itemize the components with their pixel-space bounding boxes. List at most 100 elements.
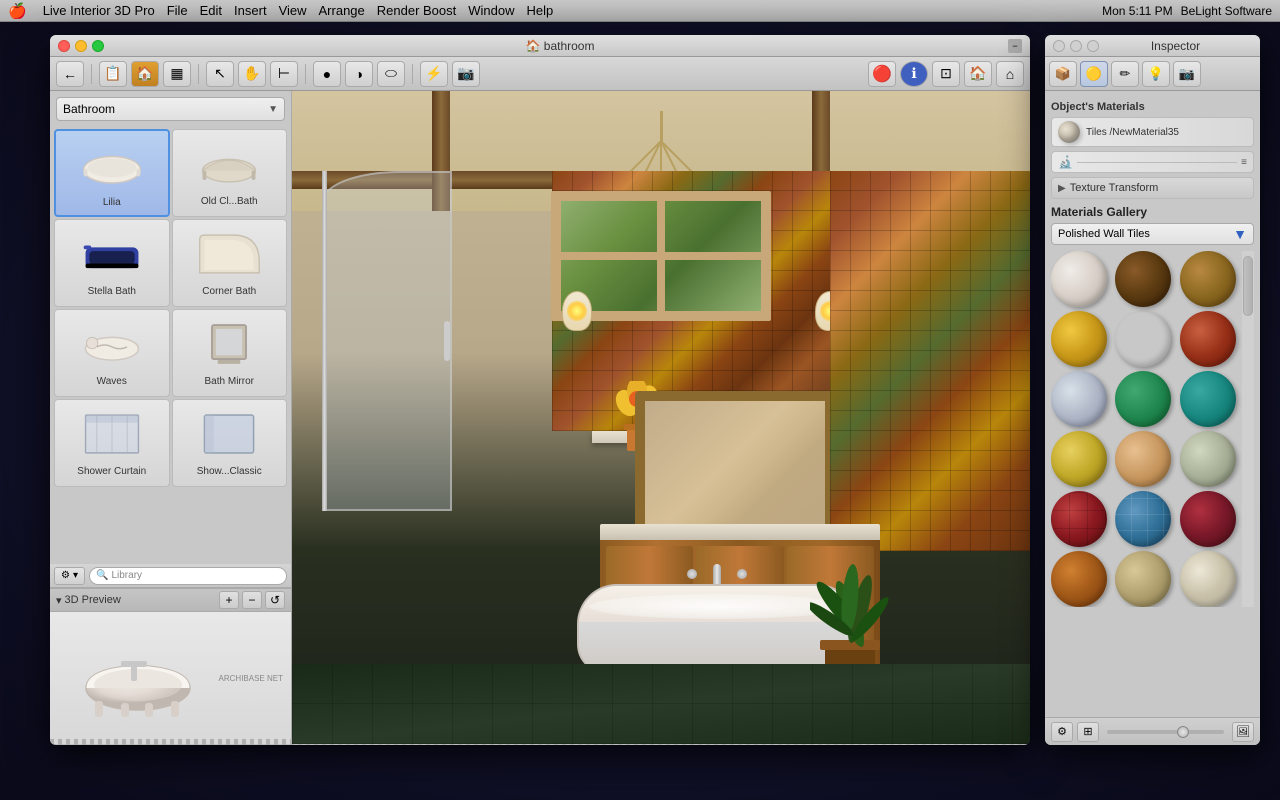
inspector-objects-tab[interactable]: 📦 bbox=[1049, 61, 1077, 87]
camera-tool[interactable]: 📷 bbox=[452, 61, 480, 87]
menu-help[interactable]: Help bbox=[527, 3, 554, 18]
menu-insert[interactable]: Insert bbox=[234, 3, 267, 18]
gallery-scrollbar-thumb[interactable] bbox=[1243, 256, 1253, 316]
swatch-medium-brown[interactable] bbox=[1180, 251, 1236, 307]
add-material-btn[interactable]: ⚙ bbox=[1051, 722, 1073, 742]
shower-curtain-svg bbox=[78, 409, 146, 459]
menu-window[interactable]: Window bbox=[468, 3, 514, 18]
triangle-icon: ▾ bbox=[56, 594, 62, 607]
view-2d-btn[interactable]: ⊡ bbox=[932, 61, 960, 87]
close-button[interactable] bbox=[58, 40, 70, 52]
eyedropper-icon[interactable]: 🔬 bbox=[1058, 155, 1073, 169]
grid-btn[interactable]: ▦ bbox=[163, 61, 191, 87]
half-circle-tool[interactable]: ◑ bbox=[345, 61, 373, 87]
gear-button[interactable]: ⚙▾ bbox=[54, 567, 85, 585]
share-btn[interactable]: 🔴 bbox=[868, 61, 896, 87]
inspector-close[interactable] bbox=[1053, 40, 1065, 52]
inspector-materials-tab[interactable]: 🟡 bbox=[1080, 61, 1108, 87]
info-btn[interactable]: ℹ bbox=[900, 61, 928, 87]
item-show-classic[interactable]: Show...Classic bbox=[172, 399, 288, 487]
slider-track[interactable] bbox=[1107, 730, 1224, 734]
inspector-edit-tab[interactable]: ✏ bbox=[1111, 61, 1139, 87]
library-search-box[interactable]: 🔍 Library bbox=[89, 567, 287, 585]
image-btn[interactable]: 🖼 bbox=[1232, 722, 1254, 742]
menu-app-name[interactable]: Live Interior 3D Pro bbox=[43, 3, 155, 18]
floor bbox=[292, 664, 1030, 744]
slider-thumb[interactable] bbox=[1177, 726, 1189, 738]
material-row[interactable]: Tiles /NewMaterial35 bbox=[1051, 117, 1254, 147]
swatch-peach[interactable] bbox=[1115, 431, 1171, 487]
texture-transform-header[interactable]: ▶ Texture Transform bbox=[1058, 182, 1247, 194]
preview-bath-3d bbox=[73, 633, 203, 723]
item-corner-bath[interactable]: Corner Bath bbox=[172, 219, 288, 307]
back-btn[interactable]: ← bbox=[56, 61, 84, 87]
swatch-terracotta[interactable] bbox=[1180, 311, 1236, 367]
toolbar-sep-2 bbox=[198, 64, 199, 84]
viewport[interactable] bbox=[292, 91, 1030, 744]
oval-tool[interactable]: ⬭ bbox=[377, 61, 405, 87]
swatch-white-marble[interactable] bbox=[1051, 251, 1107, 307]
main-toolbar: ← 📋 🏠 ▦ ↖ ✋ ⊢ ● ◑ ⬭ ⚡ 📷 🔴 ℹ ⊡ 🏠 ⌂ bbox=[50, 57, 1030, 91]
swatch-blue-tile[interactable] bbox=[1115, 491, 1171, 547]
swatch-yellow-gold[interactable] bbox=[1051, 431, 1107, 487]
window-close-icon[interactable]: − bbox=[1008, 39, 1022, 53]
swatch-dark-teal[interactable] bbox=[1180, 371, 1236, 427]
material-btn[interactable]: 🏠 bbox=[131, 61, 159, 87]
inspector-lights-tab[interactable]: 💡 bbox=[1142, 61, 1170, 87]
item-old-bath-thumb bbox=[193, 134, 265, 194]
pan-tool[interactable]: ✋ bbox=[238, 61, 266, 87]
category-dropdown[interactable]: Bathroom ▼ bbox=[56, 97, 285, 121]
gallery-scrollbar[interactable] bbox=[1242, 251, 1254, 607]
wall-tool[interactable]: ⊢ bbox=[270, 61, 298, 87]
menu-edit[interactable]: Edit bbox=[200, 3, 222, 18]
item-bath-mirror[interactable]: Bath Mirror bbox=[172, 309, 288, 397]
swatch-orange-brown[interactable] bbox=[1051, 551, 1107, 607]
swatch-light-grey-blue[interactable] bbox=[1051, 371, 1107, 427]
gallery-dropdown[interactable]: Polished Wall Tiles ▼ bbox=[1051, 223, 1254, 245]
swatch-gold-yellow[interactable] bbox=[1051, 311, 1107, 367]
rotate-btn[interactable]: ↺ bbox=[265, 591, 285, 609]
swatch-teal-green[interactable] bbox=[1115, 371, 1171, 427]
inspector-zoom[interactable] bbox=[1087, 40, 1099, 52]
minimize-button[interactable] bbox=[75, 40, 87, 52]
tool-menu-icon[interactable]: ≡ bbox=[1241, 157, 1247, 168]
item-waves-label: Waves bbox=[97, 376, 127, 388]
view-plan-btn[interactable]: ⌂ bbox=[996, 61, 1024, 87]
inspector-minimize[interactable] bbox=[1070, 40, 1082, 52]
apple-menu[interactable]: 🍎 bbox=[8, 2, 27, 20]
window-divider-v bbox=[657, 201, 665, 311]
preview-area: ARCHIBASE NET bbox=[50, 612, 291, 744]
item-shower-curtain[interactable]: Shower Curtain bbox=[54, 399, 170, 487]
menu-render-boost[interactable]: Render Boost bbox=[377, 3, 457, 18]
view-3d-btn[interactable]: 🏠 bbox=[964, 61, 992, 87]
inspector-camera-tab[interactable]: 📷 bbox=[1173, 61, 1201, 87]
window-titlebar: 🏠 bathroom − bbox=[50, 35, 1030, 57]
swatch-dark-red-tile[interactable] bbox=[1051, 491, 1107, 547]
zoom-in-btn[interactable]: + bbox=[219, 591, 239, 609]
select-tool[interactable]: ↖ bbox=[206, 61, 234, 87]
swatch-dark-brown[interactable] bbox=[1115, 251, 1171, 307]
maximize-button[interactable] bbox=[92, 40, 104, 52]
item-waves[interactable]: Waves bbox=[54, 309, 170, 397]
menu-file[interactable]: File bbox=[167, 3, 188, 18]
swatch-maroon[interactable] bbox=[1180, 491, 1236, 547]
item-corner-bath-label: Corner Bath bbox=[202, 286, 256, 298]
menu-view[interactable]: View bbox=[279, 3, 307, 18]
gallery-dropdown-value: Polished Wall Tiles bbox=[1058, 228, 1150, 240]
search-icon: 🔍 bbox=[96, 570, 108, 581]
swatch-sage-grey[interactable] bbox=[1180, 431, 1236, 487]
collapse-triangle-icon: ▶ bbox=[1058, 183, 1066, 194]
swatch-sandy[interactable] bbox=[1115, 551, 1171, 607]
item-stella-bath[interactable]: Stella Bath bbox=[54, 219, 170, 307]
swatch-cream-tile[interactable] bbox=[1180, 551, 1236, 607]
item-old-bath[interactable]: Old Cl...Bath bbox=[172, 129, 288, 217]
delete-material-btn[interactable]: ⊞ bbox=[1077, 722, 1099, 742]
swatch-dark-blue[interactable] bbox=[1115, 311, 1171, 367]
zoom-out-btn[interactable]: − bbox=[242, 591, 262, 609]
items-grid: Lilia Old Cl...Bath bbox=[50, 127, 291, 564]
item-lilia[interactable]: Lilia bbox=[54, 129, 170, 217]
menu-arrange[interactable]: Arrange bbox=[319, 3, 365, 18]
measure-tool[interactable]: ⚡ bbox=[420, 61, 448, 87]
library-btn[interactable]: 📋 bbox=[99, 61, 127, 87]
circle-tool[interactable]: ● bbox=[313, 61, 341, 87]
